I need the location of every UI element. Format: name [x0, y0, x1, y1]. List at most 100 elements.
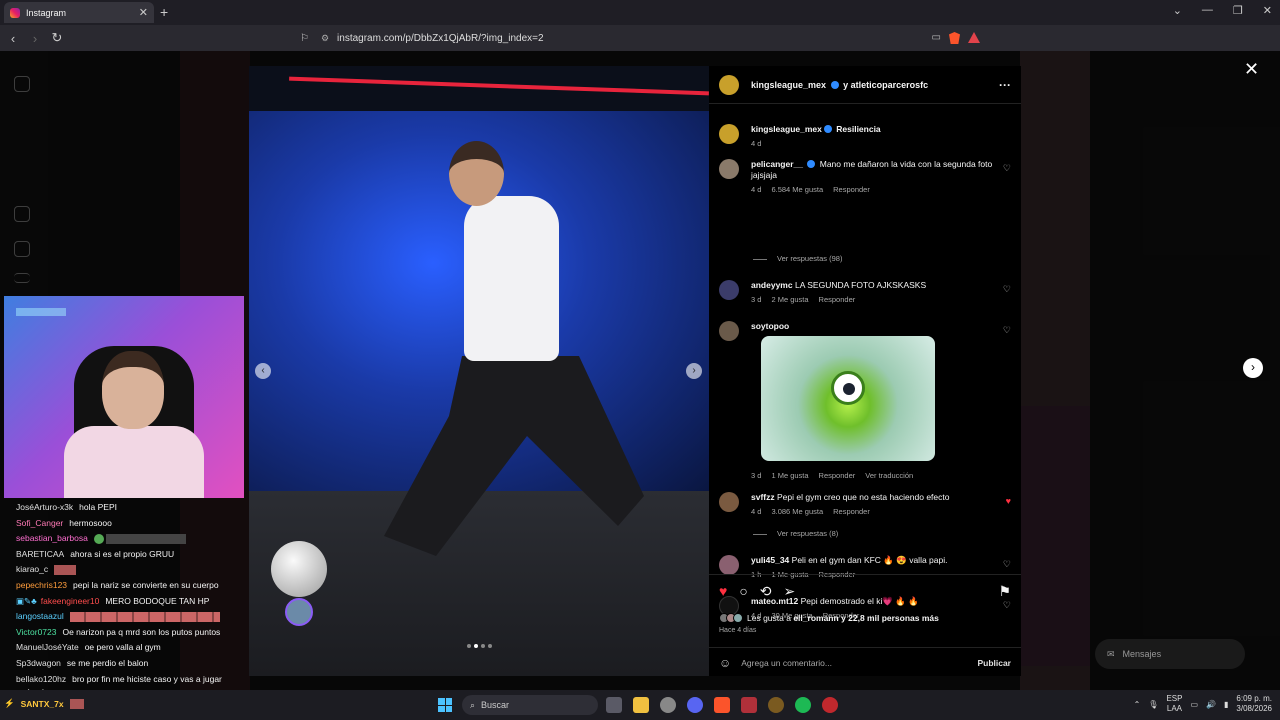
like-comment-icon[interactable]: ♡ [1003, 163, 1011, 174]
tab-list-icon[interactable]: ⌄ [1173, 4, 1182, 17]
view-replies-button[interactable]: Ver respuestas (98) [753, 254, 842, 263]
avatar[interactable] [719, 124, 739, 144]
tagged-users-icon[interactable] [285, 598, 313, 626]
language-indicator[interactable]: ESP LAA [1166, 694, 1182, 714]
collab-authors[interactable]: y atleticoparcerosfc [843, 80, 928, 90]
forward-icon[interactable]: › [26, 31, 44, 46]
comment-username[interactable]: soytopoo [751, 321, 789, 331]
chat-user[interactable]: Victor0723 [16, 627, 56, 637]
like-comment-icon[interactable]: ♡ [1003, 284, 1011, 295]
comment-age[interactable]: 4 d [751, 507, 761, 516]
comment-likes[interactable]: 1 Me gusta [771, 471, 808, 480]
taskbar-search[interactable]: ⌕ Buscar [462, 695, 598, 715]
next-post-icon[interactable]: › [1243, 358, 1263, 378]
clock[interactable]: 6:09 p. m. 3/08/2026 [1236, 694, 1272, 714]
obs-icon[interactable] [768, 697, 784, 713]
caption-age[interactable]: 4 d [751, 139, 761, 148]
brave-shields-icon[interactable] [949, 32, 960, 44]
avatar[interactable] [719, 280, 739, 300]
back-icon[interactable]: ‹ [4, 31, 22, 46]
author-username[interactable]: kingsleague_mex [751, 80, 826, 90]
app-icon[interactable] [822, 697, 838, 713]
liked-comment-icon[interactable]: ♥ [1006, 496, 1011, 507]
translate-button[interactable]: Ver traducción [865, 471, 913, 480]
stream-username[interactable]: SANTX_7x [21, 699, 64, 709]
new-tab-icon[interactable]: + [160, 4, 168, 20]
bookmark-page-icon[interactable]: ⚐ [300, 33, 309, 44]
chat-user[interactable]: Sofi_Canger [16, 518, 63, 528]
chat-user[interactable]: kiarao_c [16, 564, 48, 574]
url-text[interactable]: instagram.com/p/DbbZx1QjAbR/?img_index=2 [337, 33, 543, 44]
chat-user[interactable]: sebastian_barbosa [16, 533, 88, 543]
reply-button[interactable]: Responder [833, 507, 870, 516]
chat-user[interactable]: BARETICAA [16, 549, 64, 559]
microphone-icon[interactable]: 🎙 [1148, 700, 1158, 709]
comment-icon[interactable]: ○ [739, 583, 747, 600]
avatar[interactable] [719, 492, 739, 512]
browser-tab[interactable]: Instagram ✕ [4, 2, 154, 23]
file-explorer-icon[interactable] [633, 697, 649, 713]
avatar[interactable] [719, 555, 739, 575]
comment-age[interactable]: 3 d [751, 471, 761, 480]
like-comment-icon[interactable]: ♡ [1003, 559, 1011, 570]
battery-icon[interactable]: ▮ [1224, 700, 1228, 709]
post-authors[interactable]: kingsleague_mex y atleticoparcerosfc [751, 80, 928, 90]
comment-likes[interactable]: 6.584 Me gusta [771, 185, 823, 194]
chat-user[interactable]: langostaazul [16, 611, 64, 621]
emoji-icon[interactable]: ☺ [719, 656, 731, 670]
share-icon[interactable]: ➢ [784, 583, 796, 600]
publish-button[interactable]: Publicar [977, 658, 1011, 668]
comment-username[interactable]: pelicanger__ [751, 159, 803, 169]
media-app-icon[interactable] [741, 697, 757, 713]
chat-user[interactable]: Sp3dwagon [16, 658, 61, 668]
chat-user[interactable]: ManuelJoséYate [16, 642, 79, 652]
avatar[interactable] [719, 159, 739, 179]
comment-likes[interactable]: 2 Me gusta [771, 295, 808, 304]
more-options-icon[interactable]: ··· [999, 78, 1011, 92]
chat-user[interactable]: pepechris123 [16, 580, 67, 590]
close-tab-icon[interactable]: ✕ [139, 6, 148, 19]
brave-rewards-icon[interactable] [968, 32, 980, 43]
comment-username[interactable]: svffzz [751, 492, 775, 502]
chat-user[interactable]: JoséArturo-x3k [16, 502, 73, 512]
comment-username[interactable]: andeyymc [751, 280, 793, 290]
next-image-icon[interactable]: › [686, 363, 702, 379]
spotify-icon[interactable] [795, 697, 811, 713]
caption-username[interactable]: kingsleague_mex [751, 124, 822, 134]
reply-button[interactable]: Responder [819, 295, 856, 304]
maximize-icon[interactable]: ❐ [1233, 4, 1243, 17]
volume-icon[interactable]: 🔊 [1206, 700, 1216, 709]
task-view-icon[interactable] [606, 697, 622, 713]
reply-button[interactable]: Responder [819, 471, 856, 480]
comment-age[interactable]: 3 d [751, 295, 761, 304]
site-settings-icon[interactable]: ⚙ [321, 33, 329, 44]
chrome-icon[interactable] [660, 697, 676, 713]
cast-icon[interactable]: ▭ [932, 32, 941, 44]
url-bar[interactable]: ⚐ ⚙ instagram.com/p/DbbZx1QjAbR/?img_ind… [300, 28, 980, 48]
save-post-icon[interactable]: ⚑ [998, 583, 1011, 600]
tray-chevron-icon[interactable]: ⌃ [1134, 700, 1141, 709]
close-modal-icon[interactable]: ✕ [1244, 59, 1259, 80]
chat-user[interactable]: bellako120hz [16, 674, 66, 684]
comment-username[interactable]: yuli45_34 [751, 555, 789, 565]
likes-summary[interactable]: Les gusta a ell_romann y 22,8 mil person… [719, 613, 939, 623]
view-replies-button[interactable]: Ver respuestas (8) [753, 529, 838, 538]
previous-image-icon[interactable]: ‹ [255, 363, 271, 379]
like-post-icon[interactable]: ♥ [719, 583, 727, 600]
avatar[interactable] [719, 74, 739, 95]
comment-gif[interactable] [761, 336, 935, 461]
comment-input[interactable]: Agrega un comentario... [741, 658, 832, 668]
likes-rest[interactable]: y 22,8 mil personas más [841, 613, 939, 623]
close-window-icon[interactable]: ✕ [1263, 4, 1272, 17]
reload-icon[interactable]: ↻ [48, 30, 66, 46]
network-icon[interactable]: ▭ [1190, 700, 1198, 709]
minimize-icon[interactable]: — [1202, 4, 1213, 17]
repost-icon[interactable]: ⟲ [760, 583, 772, 600]
like-comment-icon[interactable]: ♡ [1003, 325, 1011, 336]
comment-age[interactable]: 4 d [751, 185, 761, 194]
likes-user[interactable]: ell_romann [793, 613, 838, 623]
comment-likes[interactable]: 3.086 Me gusta [771, 507, 823, 516]
chat-user[interactable]: fakeengineer10 [41, 596, 100, 606]
discord-icon[interactable] [687, 697, 703, 713]
brave-icon[interactable] [714, 697, 730, 713]
